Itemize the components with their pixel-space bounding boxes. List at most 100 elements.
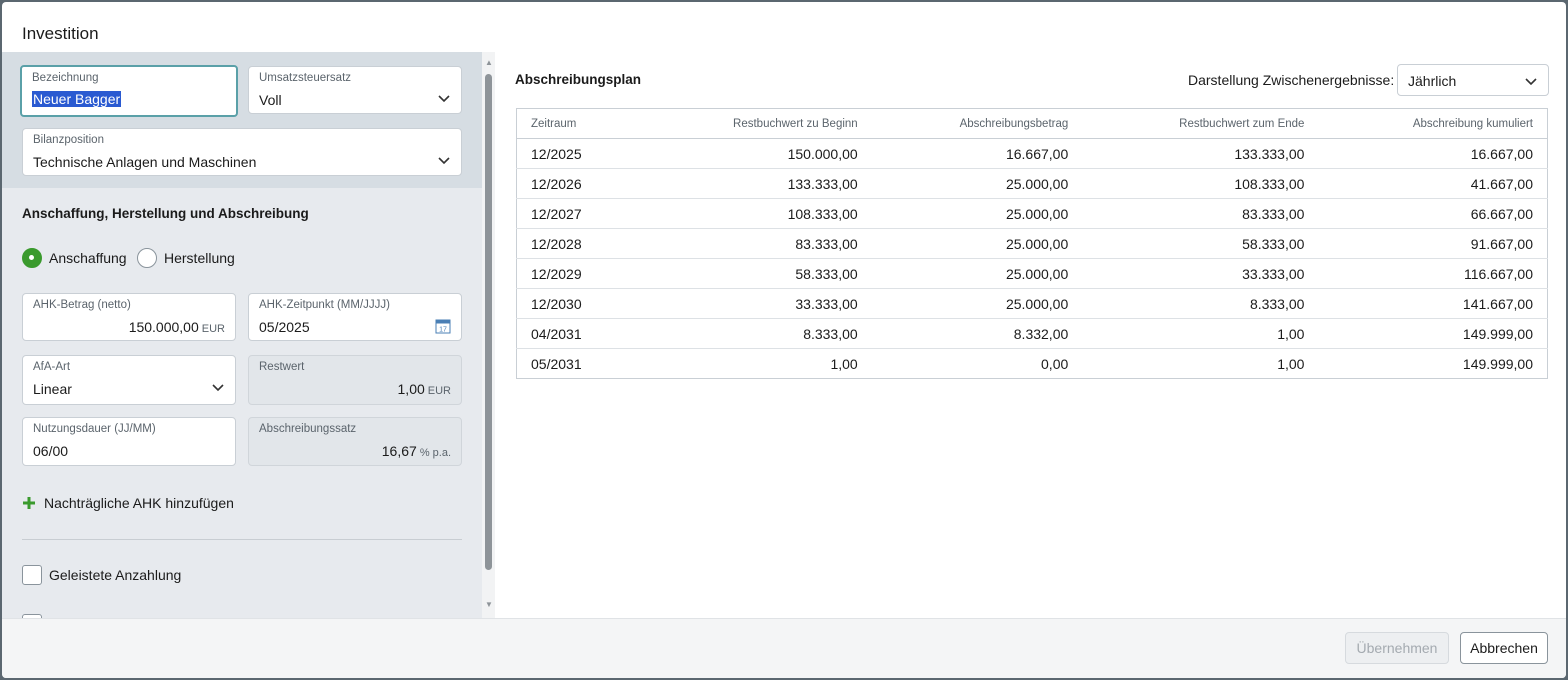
ahk-zeitpunkt-value: 05/2025: [259, 319, 310, 335]
col-abschreibung-kumuliert: Abschreibung kumuliert: [1318, 108, 1548, 139]
cell-zeitraum: 12/2027: [516, 198, 637, 229]
table-row: 12/2025 150.000,00 16.667,00 133.333,00 16.6…: [516, 138, 1548, 169]
cell-zeitraum: 12/2028: [516, 228, 637, 259]
abschreibungssatz-label: Abschreibungssatz: [259, 423, 357, 435]
cell-abschreibungsbetrag: 25.000,00: [871, 228, 1083, 259]
col-abschreibungsbetrag: Abschreibungsbetrag: [871, 108, 1083, 139]
cell-zeitraum: 04/2031: [516, 318, 637, 349]
nutzungsdauer-label: Nutzungsdauer (JJ/MM): [33, 423, 156, 435]
bezeichnung-value: Neuer Bagger: [32, 91, 122, 107]
radio-herstellung-label[interactable]: Herstellung: [164, 250, 235, 266]
bezeichnung-label: Bezeichnung: [32, 72, 99, 84]
ahk-betrag-label: AHK-Betrag (netto): [33, 299, 131, 311]
restwert-label: Restwert: [259, 361, 305, 373]
cell-abschreibungsbetrag: 25.000,00: [871, 168, 1083, 199]
nutzungsdauer-value: 06/00: [33, 443, 69, 459]
cell-abschreibungsbetrag: 16.667,00: [871, 138, 1083, 169]
table-row: 12/2029 58.333,00 25.000,00 33.333,00 116.66…: [516, 258, 1548, 289]
cell-restbuchwert-beginn: 108.333,00: [636, 198, 872, 229]
bezeichnung-field[interactable]: Bezeichnung Neuer Bagger: [20, 65, 238, 117]
calendar-icon[interactable]: 17: [435, 318, 451, 334]
cell-abschreibung-kumuliert: 149.999,00: [1462, 355, 1533, 372]
investition-dialog: Investition Bezeichnung Neuer Bagger Ums…: [2, 2, 1566, 678]
plus-icon: [23, 497, 35, 509]
calendar-day: 17: [439, 327, 447, 334]
cancel-button[interactable]: Abbrechen: [1460, 632, 1548, 664]
col-zeitraum: Zeitraum: [516, 108, 637, 139]
ahk-zeitpunkt-field[interactable]: AHK-Zeitpunkt (MM/JJJJ) 05/2025 17: [248, 293, 462, 341]
cell-zeitraum: 12/2025: [516, 138, 637, 169]
cell-abschreibung-kumuliert: 66.667,00: [1318, 198, 1548, 229]
radio-anschaffung-label[interactable]: Anschaffung: [49, 250, 127, 266]
table-row: 12/2028 83.333,00 25.000,00 58.333,00 91.667…: [516, 228, 1548, 259]
chevron-down-icon: [438, 95, 450, 103]
cell-restbuchwert-ende: 1,00: [1082, 318, 1319, 349]
cell-abschreibungsbetrag: 8.332,00: [871, 318, 1083, 349]
umsatzsteuersatz-value: Voll: [259, 92, 282, 108]
cell-restbuchwert-beginn: 58.333,00: [636, 258, 872, 289]
afa-art-select[interactable]: AfA-Art Linear: [22, 355, 236, 405]
cell-restbuchwert-beginn: 133.333,00: [636, 168, 872, 199]
cell-abschreibung-kumuliert: 91.667,00: [1318, 228, 1548, 259]
ahk-betrag-value: 150.000,00: [128, 319, 199, 335]
left-scrollbar-thumb[interactable]: [485, 74, 492, 570]
restwert-value: 1,00: [397, 381, 425, 397]
cell-abschreibungsbetrag: 25.000,00: [871, 258, 1083, 289]
cell-abschreibung-kumuliert: 116.667,00: [1318, 258, 1548, 289]
dialog-footer: [2, 618, 1566, 678]
table-row: 04/2031 8.333,00 8.332,00 1,00 149.999,00: [516, 318, 1548, 349]
cell-restbuchwert-ende: 8.333,00: [1082, 288, 1319, 319]
cell-zeitraum: 05/2031: [531, 355, 582, 372]
nutzungsdauer-field[interactable]: Nutzungsdauer (JJ/MM) 06/00: [22, 417, 236, 466]
cell-zeitraum: 12/2029: [516, 258, 637, 289]
radio-anschaffung[interactable]: [22, 248, 42, 268]
abschreibungssatz-unit: % p.a.: [419, 447, 451, 459]
table-row: 12/2026 133.333,00 25.000,00 108.333,00 41.6…: [516, 168, 1548, 199]
cell-abschreibung-kumuliert: 41.667,00: [1318, 168, 1548, 199]
darstellung-label: Darstellung Zwischenergebnisse:: [1188, 72, 1395, 88]
cell-zeitraum: 12/2026: [516, 168, 637, 199]
abschreibungsplan-table: Zeitraum Restbuchwert zu Beginn Abschrei…: [516, 108, 1548, 379]
cell-abschreibungsbetrag: 0,00: [1041, 355, 1069, 372]
darstellung-select[interactable]: Jährlich: [1397, 64, 1549, 96]
anzahlung-checkbox[interactable]: [22, 565, 42, 585]
afa-art-label: AfA-Art: [33, 361, 71, 373]
cell-restbuchwert-ende: 58.333,00: [1082, 228, 1319, 259]
add-ahk-label: Nachträgliche AHK hinzufügen: [44, 495, 234, 511]
anzahlung-label[interactable]: Geleistete Anzahlung: [49, 567, 181, 583]
restwert-field: Restwert 1,00 EUR: [248, 355, 462, 405]
plan-title: Abschreibungsplan: [515, 72, 642, 87]
ahk-betrag-unit: EUR: [201, 323, 225, 335]
cell-restbuchwert-beginn: 33.333,00: [636, 288, 872, 319]
restwert-unit: EUR: [427, 385, 451, 397]
afa-art-value: Linear: [33, 381, 72, 397]
cell-zeitraum: 12/2030: [516, 288, 637, 319]
darstellung-value: Jährlich: [1408, 73, 1457, 89]
cell-abschreibung-kumuliert: 141.667,00: [1318, 288, 1548, 319]
add-ahk-link[interactable]: Nachträgliche AHK hinzufügen: [22, 495, 234, 511]
table-row: 05/2031 1,00 0,00 1,00 149.999,00: [517, 349, 1548, 379]
abschreibungssatz-value: 16,67: [381, 443, 417, 459]
cell-abschreibungsbetrag: 25.000,00: [871, 198, 1083, 229]
cell-restbuchwert-ende: 83.333,00: [1082, 198, 1319, 229]
table-row: 12/2027 108.333,00 25.000,00 83.333,00 66.66…: [516, 198, 1548, 229]
scroll-up-arrow-icon[interactable]: ▲: [485, 58, 493, 67]
scroll-down-arrow-icon[interactable]: ▼: [485, 600, 493, 609]
umsatzsteuersatz-select[interactable]: Umsatzsteuersatz Voll: [248, 66, 462, 114]
abschreibungssatz-field: Abschreibungssatz 16,67% p.a.: [248, 417, 462, 466]
section-title: Anschaffung, Herstellung und Abschreibun…: [22, 206, 309, 221]
cell-restbuchwert-beginn: 1,00: [830, 355, 858, 372]
radio-herstellung[interactable]: [137, 248, 157, 268]
bilanzposition-select[interactable]: Bilanzposition Technische Anlagen und Ma…: [22, 128, 462, 176]
left-form-panel: Bezeichnung Neuer Bagger Umsatzsteuersat…: [2, 52, 482, 618]
cell-restbuchwert-ende: 33.333,00: [1082, 258, 1319, 289]
cell-restbuchwert-ende: 1,00: [1277, 355, 1305, 372]
ahk-betrag-field[interactable]: AHK-Betrag (netto) 150.000,00 EUR: [22, 293, 236, 341]
chevron-down-icon: [438, 157, 450, 165]
cell-restbuchwert-beginn: 150.000,00: [636, 138, 872, 169]
table-row: 12/2030 33.333,00 25.000,00 8.333,00 141.667…: [516, 288, 1548, 319]
cell-restbuchwert-beginn: 83.333,00: [636, 228, 872, 259]
dialog-title: Investition: [22, 24, 99, 43]
apply-button[interactable]: Übernehmen: [1345, 632, 1449, 664]
cell-restbuchwert-beginn: 8.333,00: [636, 318, 872, 349]
